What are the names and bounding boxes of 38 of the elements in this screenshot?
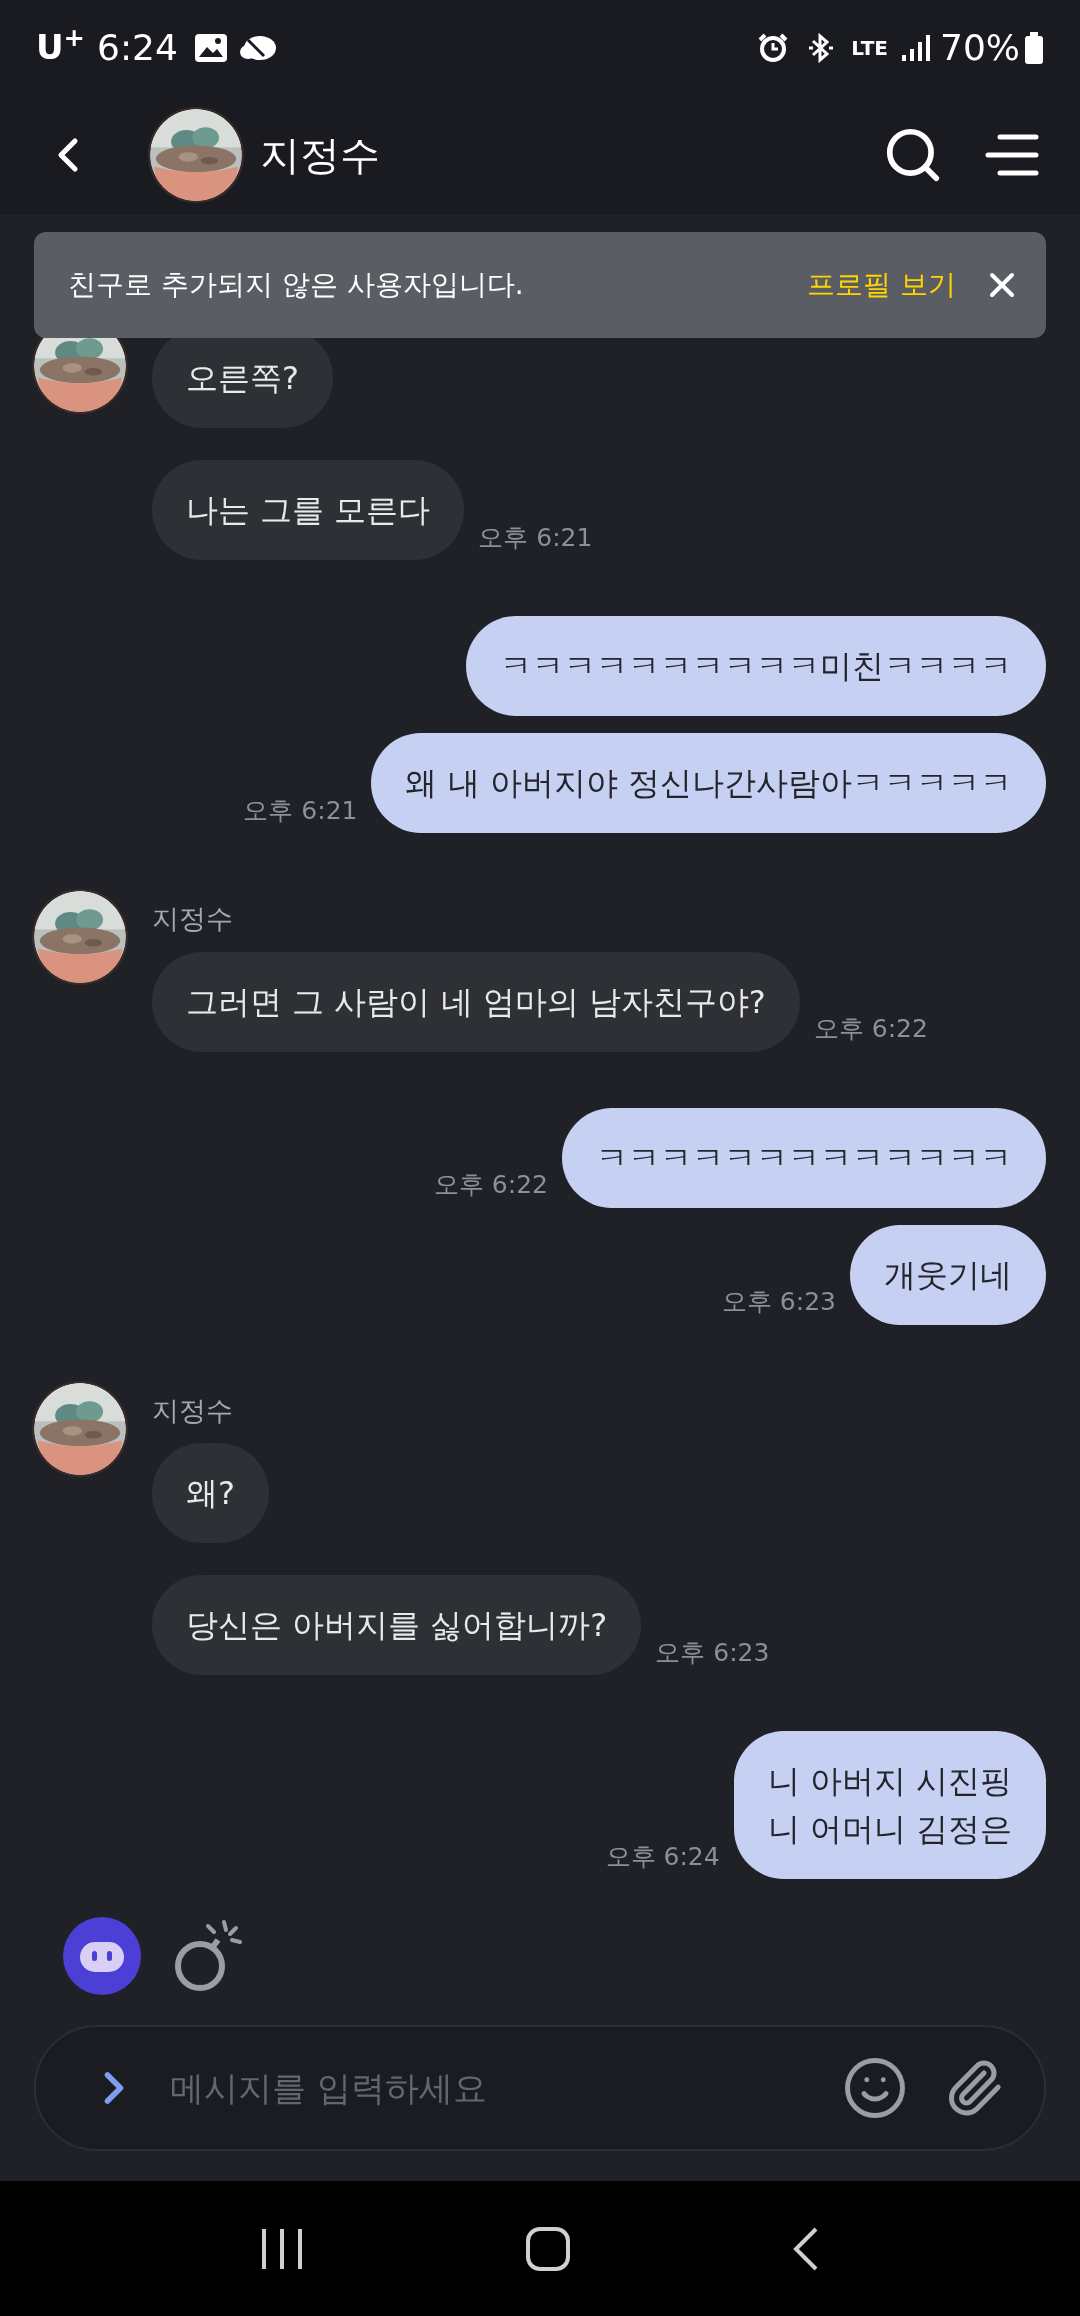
carrier-label: U$^{+}$ <box>36 22 85 69</box>
message-bubble: 왜? <box>152 1443 269 1543</box>
message-bubble: ㅋㅋㅋㅋㅋㅋㅋㅋㅋㅋㅋㅋㅋ <box>562 1107 1046 1208</box>
notice-text: 친구로 추가되지 않은 사용자입니다. <box>68 267 525 303</box>
recent-apps-button[interactable] <box>260 2226 305 2271</box>
message-bubble: 개웃기네 <box>850 1224 1046 1325</box>
home-button[interactable] <box>525 2225 571 2272</box>
message-bubble: ㅋㅋㅋㅋㅋㅋㅋㅋㅋㅋ미친ㅋㅋㅋㅋ <box>466 616 1046 716</box>
sender-name: 지정수 <box>152 902 234 936</box>
message-time: 오후 6:24 <box>605 1840 720 1873</box>
chat-title: 지정수 <box>260 131 380 180</box>
message-input-bar[interactable]: 메시지를 입력하세요 <box>34 2025 1046 2151</box>
emoji-button[interactable] <box>842 2055 908 2121</box>
message-input[interactable]: 메시지를 입력하세요 <box>170 2062 842 2114</box>
message-time: 오후 6:21 <box>478 521 593 554</box>
message-bubble: 니 아버지 시진핑 니 어머니 김정은 <box>733 1731 1046 1879</box>
alarm-icon <box>757 31 790 64</box>
battery-icon <box>1024 31 1044 64</box>
sender-name: 지정수 <box>152 1393 234 1428</box>
signal-icon <box>900 32 930 63</box>
bomb-icon[interactable] <box>172 1918 244 1994</box>
message-time: 오후 6:23 <box>721 1286 836 1318</box>
back-nav-button[interactable] <box>791 2225 820 2272</box>
clock-time: 6:24 <box>97 25 178 70</box>
message-bubble: 당신은 아버지를 싫어합니까? <box>152 1575 642 1675</box>
message-bubble: 나는 그를 모른다 <box>152 460 465 560</box>
message-time: 오후 6:22 <box>433 1169 548 1201</box>
bot-icon[interactable] <box>62 1916 142 1996</box>
image-icon <box>193 32 228 63</box>
battery-percent: 70% <box>940 25 1020 70</box>
bluetooth-icon <box>807 31 836 64</box>
message-bubble: 왜 내 아버지야 정신나간사람아ㅋㅋㅋㅋㅋ <box>371 733 1046 833</box>
message-time: 오후 6:21 <box>243 794 358 827</box>
message-time: 오후 6:23 <box>655 1636 770 1669</box>
view-profile-link[interactable]: 프로필 보기 <box>807 264 956 306</box>
network-label: LTE <box>851 37 888 58</box>
message-time: 오후 6:22 <box>813 1013 928 1045</box>
message-bubble: 그러면 그 사람이 네 엄마의 남자친구야? <box>152 951 800 1052</box>
